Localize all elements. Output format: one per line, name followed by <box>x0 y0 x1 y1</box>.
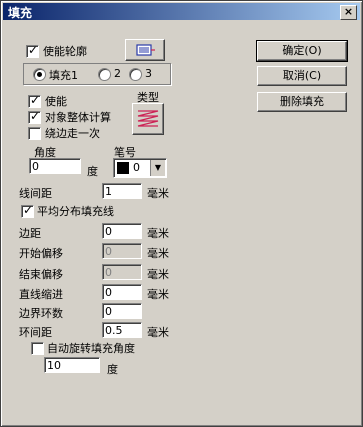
outline-settings-button[interactable] <box>125 39 165 61</box>
radio-fill-2-label: 2 <box>114 67 121 80</box>
line-spacing-label: 线间距 <box>19 187 52 200</box>
radio-fill-3-label: 3 <box>145 67 152 80</box>
outline-icon <box>136 44 155 56</box>
check-icon: ✓ <box>23 203 34 217</box>
start-offset-unit: 毫米 <box>147 247 169 260</box>
ring-spacing-label: 环间距 <box>19 326 52 339</box>
title-bar[interactable]: 填充 × <box>3 3 360 20</box>
edge-once-checkbox[interactable] <box>28 127 41 140</box>
line-indent-label: 直线缩进 <box>19 288 63 301</box>
boundary-rings-input[interactable]: 0 <box>102 303 142 319</box>
hatch-pattern-icon <box>137 110 159 127</box>
line-spacing-unit: 毫米 <box>147 187 169 200</box>
end-offset-unit: 毫米 <box>147 268 169 281</box>
margin-label: 边距 <box>19 227 41 240</box>
radio-fill-2[interactable] <box>98 68 111 81</box>
fill-type-button[interactable] <box>132 103 164 135</box>
check-icon: ✓ <box>30 93 41 107</box>
end-offset-label: 结束偏移 <box>19 268 63 281</box>
edge-once-label: 绕边走一次 <box>45 127 100 140</box>
chevron-down-icon[interactable]: ▼ <box>150 160 165 176</box>
check-icon: ✓ <box>30 109 41 123</box>
enable-fill-label: 使能 <box>45 95 67 108</box>
delete-fill-button[interactable]: 删除填充 <box>257 92 347 112</box>
start-offset-label: 开始偏移 <box>19 247 63 260</box>
radio-fill-1-label: 填充1 <box>49 69 78 82</box>
radio-fill-3[interactable] <box>129 68 142 81</box>
auto-rotate-label: 自动旋转填充角度 <box>47 342 135 355</box>
auto-rotate-unit: 度 <box>107 363 118 376</box>
enable-outline-checkbox[interactable]: ✓ <box>26 43 39 58</box>
enable-outline-label: 使能轮廓 <box>43 45 87 58</box>
pen-value: 0 <box>133 161 140 174</box>
boundary-rings-label: 边界环数 <box>19 307 63 320</box>
radio-fill-1[interactable] <box>33 68 46 81</box>
ok-button[interactable]: 确定(O) <box>256 40 348 62</box>
even-distribute-checkbox[interactable]: ✓ <box>21 203 34 218</box>
pen-select[interactable]: 0 ▼ <box>113 158 167 178</box>
line-spacing-input[interactable]: 1 <box>102 183 142 199</box>
end-offset-input[interactable]: 0 <box>102 264 142 280</box>
start-offset-input[interactable]: 0 <box>102 243 142 259</box>
line-indent-input[interactable]: 0 <box>102 284 142 300</box>
pen-color-swatch <box>117 162 129 174</box>
auto-rotate-angle-input[interactable]: 10 <box>44 357 100 373</box>
radio-selected-dot <box>37 72 42 77</box>
whole-object-calc-checkbox[interactable]: ✓ <box>28 109 41 124</box>
auto-rotate-checkbox[interactable] <box>31 342 44 355</box>
cancel-button[interactable]: 取消(C) <box>257 66 347 86</box>
angle-unit: 度 <box>87 165 98 178</box>
close-button[interactable]: × <box>340 5 357 20</box>
enable-fill-checkbox[interactable]: ✓ <box>28 93 41 108</box>
even-distribute-label: 平均分布填充线 <box>37 205 114 218</box>
margin-unit: 毫米 <box>147 227 169 240</box>
fill-dialog: 填充 × ✓ 使能轮廓 填充1 2 3 ✓ 使能 ✓ 对象整体计算 绕边走一次 … <box>0 0 363 427</box>
margin-input[interactable]: 0 <box>102 223 142 239</box>
angle-input[interactable]: 0 <box>29 158 81 174</box>
whole-object-calc-label: 对象整体计算 <box>45 111 111 124</box>
ring-spacing-unit: 毫米 <box>147 326 169 339</box>
dialog-title: 填充 <box>8 6 33 20</box>
check-icon: ✓ <box>28 43 39 57</box>
ring-spacing-input[interactable]: 0.5 <box>102 322 142 338</box>
line-indent-unit: 毫米 <box>147 288 169 301</box>
